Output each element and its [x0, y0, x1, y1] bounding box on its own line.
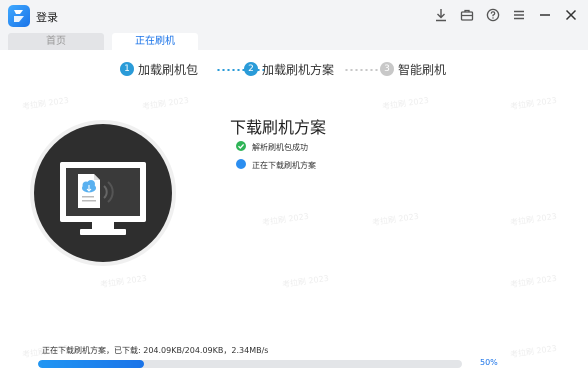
- watermark: 考拉刷 2023: [21, 95, 70, 112]
- watermark: 考拉刷 2023: [261, 211, 310, 228]
- watermark: 考拉刷 2023: [509, 273, 558, 290]
- status-text: 正在下载刷机方案: [252, 161, 316, 170]
- step-3-label: 智能刷机: [398, 63, 447, 77]
- progress-percent: 50%: [480, 358, 498, 367]
- menu-icon[interactable]: [510, 6, 528, 24]
- step-1-number: 1: [120, 62, 134, 76]
- step-1-label: 加载刷机包: [138, 63, 199, 77]
- watermark: 考拉刷 2023: [281, 273, 330, 290]
- step-2-label: 加载刷机方案: [262, 63, 335, 77]
- watermark: 考拉刷 2023: [381, 95, 430, 112]
- monitor-icon: [60, 162, 146, 235]
- tab-flashing[interactable]: 正在刷机: [112, 33, 198, 50]
- progress-bar: [38, 360, 462, 368]
- minimize-icon[interactable]: [536, 6, 554, 24]
- progress-bar-fill: [38, 360, 144, 368]
- step-3-number: 3: [380, 62, 394, 76]
- watermark: 考拉刷 2023: [371, 211, 420, 228]
- watermark: 考拉刷 2023: [509, 211, 558, 228]
- close-icon[interactable]: [562, 6, 580, 24]
- title-bar: 登录: [0, 0, 588, 32]
- step-2-number: 2: [244, 62, 258, 76]
- briefcase-icon[interactable]: [458, 6, 476, 24]
- page-title: 下载刷机方案: [230, 118, 327, 137]
- login-link[interactable]: 登录: [36, 9, 58, 25]
- step-connector: [344, 69, 378, 71]
- watermark: 考拉刷 2023: [99, 273, 148, 290]
- watermark: 考拉刷 2023: [141, 95, 190, 112]
- success-check-icon: [236, 141, 246, 151]
- app-logo: [8, 5, 30, 27]
- download-icon[interactable]: [432, 6, 450, 24]
- tab-home[interactable]: 首页: [8, 33, 104, 50]
- watermark: 考拉刷 2023: [509, 343, 558, 360]
- flash-illustration: [34, 124, 172, 262]
- tab-bar: 首页 正在刷机: [0, 32, 588, 50]
- watermark: 考拉刷 2023: [509, 95, 558, 112]
- step-indicator: 1 加载刷机包 2 加载刷机方案 3 智能刷机: [120, 60, 460, 80]
- download-progress-text: 正在下载刷机方案，已下载: 204.09KB/204.09KB，2.34MB/s: [42, 346, 269, 355]
- in-progress-dot-icon: [236, 159, 246, 169]
- help-icon[interactable]: [484, 6, 502, 24]
- status-text: 解析刷机包成功: [252, 143, 308, 152]
